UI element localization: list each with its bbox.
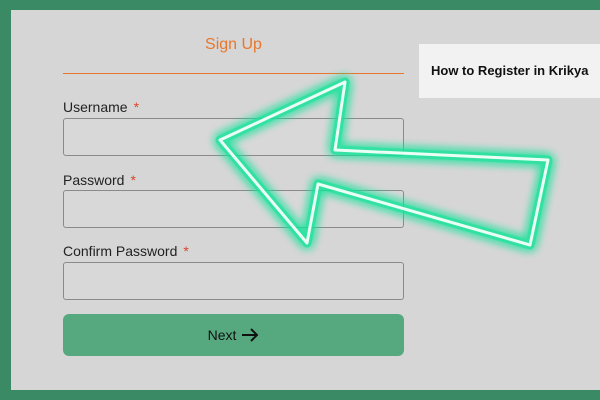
password-input[interactable] — [63, 190, 404, 228]
confirm-password-label-text: Confirm Password — [63, 243, 178, 259]
side-panel-card[interactable]: How to Register in Krikya — [419, 44, 600, 98]
confirm-password-required-mark: * — [183, 243, 189, 259]
username-required-mark: * — [133, 99, 140, 115]
username-label: Username * — [63, 99, 139, 115]
tab-underline — [63, 73, 404, 74]
next-button-label: Next — [207, 327, 237, 343]
confirm-password-label: Confirm Password * — [63, 243, 189, 259]
password-label: Password * — [63, 172, 136, 188]
username-label-text: Username — [63, 99, 128, 115]
password-label-text: Password — [63, 172, 125, 188]
confirm-password-input[interactable] — [63, 262, 404, 300]
arrow-right-icon — [242, 328, 259, 342]
side-panel-title: How to Register in Krikya — [431, 63, 589, 78]
tab-sign-up[interactable]: Sign Up — [63, 36, 404, 54]
next-button[interactable]: Next — [63, 314, 404, 356]
password-required-mark: * — [130, 172, 136, 188]
username-input[interactable] — [63, 118, 404, 156]
